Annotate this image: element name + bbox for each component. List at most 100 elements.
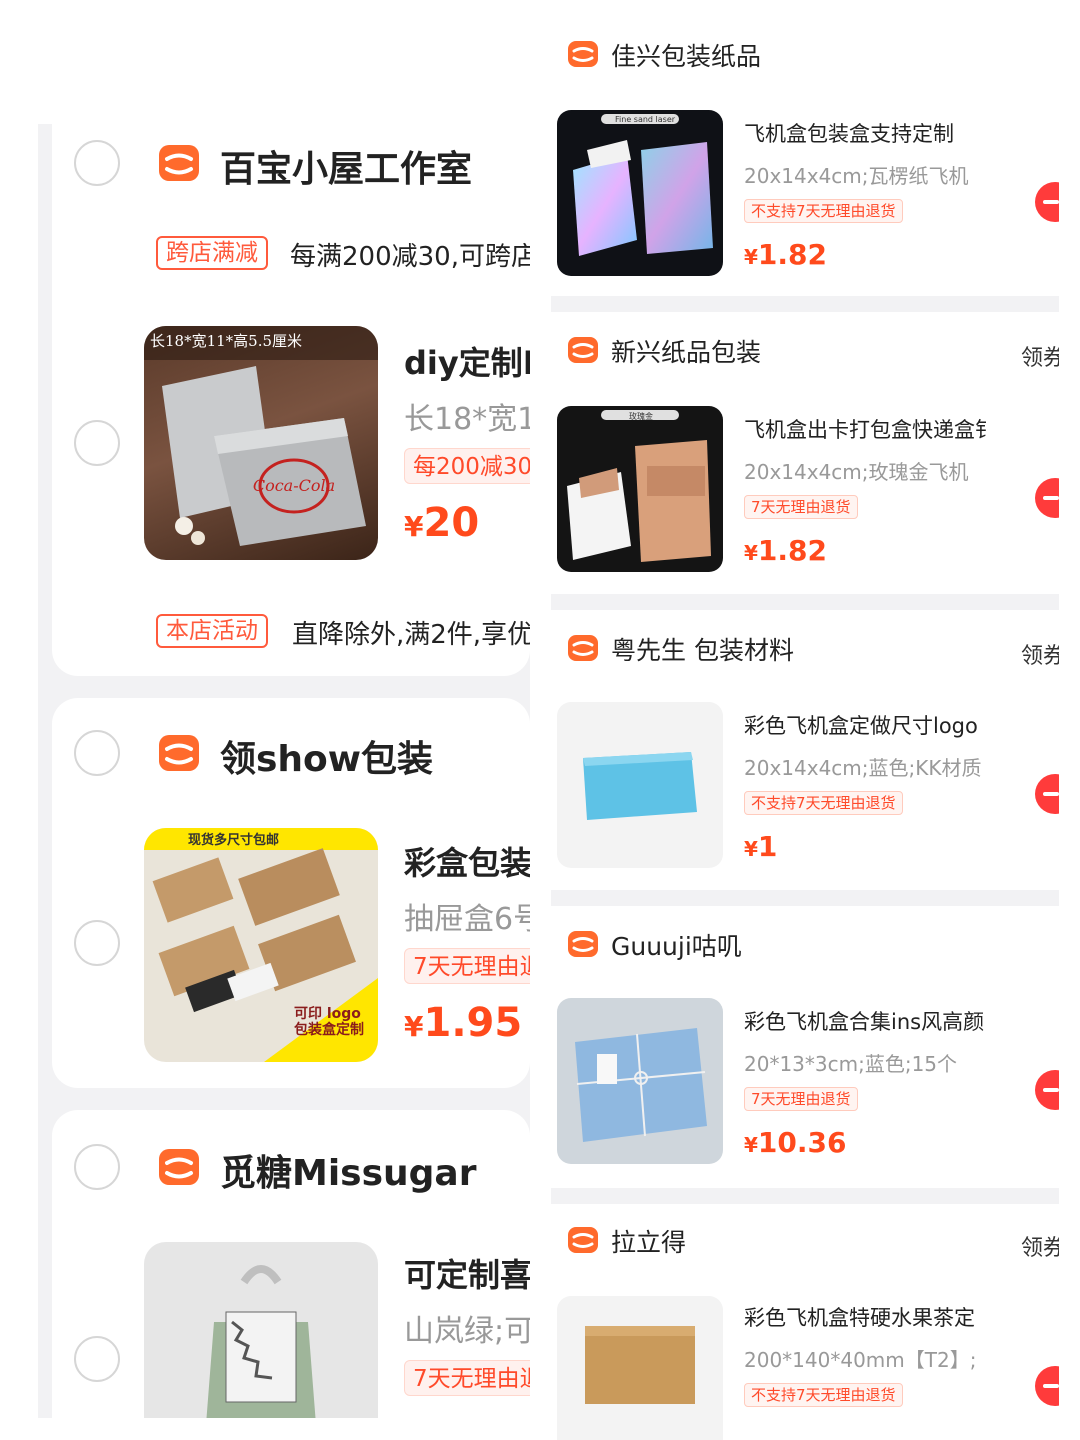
comparison-collage: 百宝小屋工作室 跨店满减 每满200减30,可跨店 Coca-Cola 长18*… — [0, 0, 1080, 1440]
product-thumbnail[interactable] — [557, 702, 723, 868]
blue-gift-box-image — [575, 1028, 707, 1142]
thumb-dimension-text: 长18*宽11*高5.5厘米 — [150, 332, 303, 350]
thumb-label: 玫瑰金 — [629, 412, 653, 421]
product-spec[interactable]: 山岚绿;可 — [404, 1306, 530, 1350]
product-spec[interactable]: 20x14x4cm;玫瑰金飞机 — [744, 456, 1009, 485]
product-thumbnail[interactable]: 现货多尺寸包邮 可印 logo 包装盒定制 — [144, 828, 378, 1062]
store-name[interactable]: 百宝小屋工作室 — [220, 140, 472, 192]
store-icon — [568, 1227, 598, 1253]
price-amount: 1.82 — [757, 534, 828, 567]
return-policy-badge: 7天无理由退货 — [744, 495, 858, 519]
product-title[interactable]: 彩盒包装 — [404, 838, 530, 884]
remove-item-button[interactable] — [1035, 182, 1059, 222]
store-header[interactable]: 拉立得 — [567, 1226, 686, 1266]
product-title[interactable]: 可定制喜 — [404, 1250, 530, 1296]
price-currency: ¥ — [744, 837, 758, 861]
product-title[interactable]: diy定制E — [404, 338, 530, 384]
product-spec[interactable]: 200*140*40mm【T2】; — [744, 1344, 1009, 1373]
product-price: ¥20 — [404, 500, 479, 546]
store-card-missugar: 觅糖Missugar 可定制喜 山岚绿;可 7天无理由退 — [52, 1110, 530, 1418]
product-title[interactable]: 彩色飞机盒合集ins风高颜 — [744, 1006, 1009, 1036]
product-title[interactable]: 彩色飞机盒特硬水果茶定 — [744, 1302, 1009, 1332]
cross-store-promo-tag: 跨店满减 — [156, 236, 268, 270]
price-currency: ¥ — [744, 541, 758, 565]
store-icon — [159, 735, 199, 771]
return-policy-badge: 7天无理由退 — [404, 1360, 530, 1396]
price-currency: ¥ — [744, 245, 758, 269]
discount-badge: 每200减30 — [404, 448, 530, 484]
thumb-note-text: 可印 logo 包装盒定制 — [294, 1006, 364, 1038]
store-name[interactable]: 觅糖Missugar — [220, 1144, 476, 1196]
product-thumbnail[interactable]: Coca-Cola 长18*宽11*高5.5厘米 — [144, 326, 378, 560]
price-amount: 10.36 — [757, 1126, 847, 1159]
price-amount: 20 — [423, 500, 480, 546]
item-select-radio[interactable] — [74, 920, 120, 966]
store-name[interactable]: Guuuji咕叽 — [611, 930, 742, 964]
store-name[interactable]: 拉立得 — [611, 1226, 686, 1260]
left-cart-screenshot: 百宝小屋工作室 跨店满减 每满200减30,可跨店 Coca-Cola 长18*… — [38, 124, 530, 1418]
product-price: ¥1.95 — [404, 1000, 522, 1046]
kraft-mailer-box-image — [585, 1326, 695, 1404]
store-icon — [568, 41, 598, 67]
store-name[interactable]: 新兴纸品包装 — [611, 336, 761, 370]
product-title[interactable]: 飞机盒包装盒支持定制 — [744, 118, 1009, 148]
return-policy-badge: 不支持7天无理由退货 — [744, 1383, 903, 1407]
claim-coupon-link[interactable]: 领券 — [1021, 638, 1059, 670]
section-divider — [551, 594, 1059, 610]
svg-text:Coca-Cola: Coca-Cola — [253, 476, 335, 495]
product-thumbnail[interactable] — [144, 1242, 378, 1418]
product-spec[interactable]: 20x14x4cm;瓦楞纸飞机 — [744, 160, 1009, 189]
product-price: ¥10.36 — [744, 1126, 847, 1159]
claim-coupon-link[interactable]: 领券 — [1021, 1230, 1059, 1262]
product-thumbnail[interactable] — [557, 1296, 723, 1440]
product-spec[interactable]: 20x14x4cm;蓝色;KK材质 — [744, 752, 1009, 781]
store-name[interactable]: 粤先生 包装材料 — [611, 634, 794, 668]
section-divider — [551, 890, 1059, 906]
remove-item-button[interactable] — [1035, 774, 1059, 814]
product-spec[interactable]: 抽屉盒6号 — [404, 894, 530, 938]
cross-store-promo-text[interactable]: 每满200减30,可跨店 — [290, 236, 530, 273]
remove-item-button[interactable] — [1035, 1070, 1059, 1110]
store-select-radio[interactable] — [74, 140, 120, 186]
product-thumbnail[interactable]: 玫瑰金 — [557, 406, 723, 572]
product-title[interactable]: 飞机盒出卡打包盒快递盒钅 — [744, 414, 1009, 444]
return-policy-badge: 不支持7天无理由退货 — [744, 791, 903, 815]
claim-coupon-link[interactable]: 领券 — [1021, 340, 1059, 372]
product-price: ¥1.82 — [744, 534, 827, 567]
store-header[interactable]: 新兴纸品包装 — [567, 336, 761, 376]
product-thumbnail[interactable]: Fine sand laser — [557, 110, 723, 276]
store-header[interactable]: Guuuji咕叽 — [567, 930, 742, 970]
store-icon — [159, 145, 199, 181]
item-select-radio[interactable] — [74, 420, 120, 466]
price-amount: 1.82 — [757, 238, 828, 271]
return-policy-badge: 7天无理由退货 — [744, 1087, 858, 1111]
store-name[interactable]: 领show包装 — [220, 730, 433, 782]
store-card-baibao: 百宝小屋工作室 跨店满减 每满200减30,可跨店 Coca-Cola 长18*… — [52, 124, 530, 676]
product-price: ¥1.82 — [744, 238, 827, 271]
store-icon — [159, 1149, 199, 1185]
store-header[interactable]: 佳兴包装纸品 — [567, 40, 761, 80]
blue-mailer-box-image — [583, 752, 697, 820]
store-icon — [568, 931, 598, 957]
section-divider — [551, 1188, 1059, 1204]
item-select-radio[interactable] — [74, 1336, 120, 1382]
holographic-box-image — [573, 114, 713, 256]
return-policy-badge: 不支持7天无理由退货 — [744, 199, 903, 223]
shop-promo-tag: 本店活动 — [156, 614, 268, 648]
store-select-radio[interactable] — [74, 730, 120, 776]
store-card-lingshow: 领show包装 现货多尺寸包邮 可印 logo 包装盒定制 彩盒包装 抽屉盒6号 — [52, 698, 530, 1088]
product-thumbnail[interactable] — [557, 998, 723, 1164]
store-select-radio[interactable] — [74, 1144, 120, 1190]
tin-box-image: Coca-Cola — [144, 326, 378, 546]
remove-item-button[interactable] — [1035, 478, 1059, 518]
product-spec[interactable]: 20*13*3cm;蓝色;15个 — [744, 1048, 1009, 1077]
product-title[interactable]: 彩色飞机盒定做尺寸logo — [744, 710, 1009, 740]
store-header[interactable]: 粤先生 包装材料 — [567, 634, 794, 674]
price-currency: ¥ — [404, 510, 424, 543]
product-spec[interactable]: 长18*宽1 — [404, 394, 530, 438]
rose-gold-box-image — [567, 410, 711, 562]
thumb-label: Fine sand laser — [615, 115, 676, 124]
shop-promo-text[interactable]: 直降除外,满2件,享优 — [292, 614, 530, 651]
store-name[interactable]: 佳兴包装纸品 — [611, 40, 761, 74]
remove-item-button[interactable] — [1035, 1366, 1059, 1406]
